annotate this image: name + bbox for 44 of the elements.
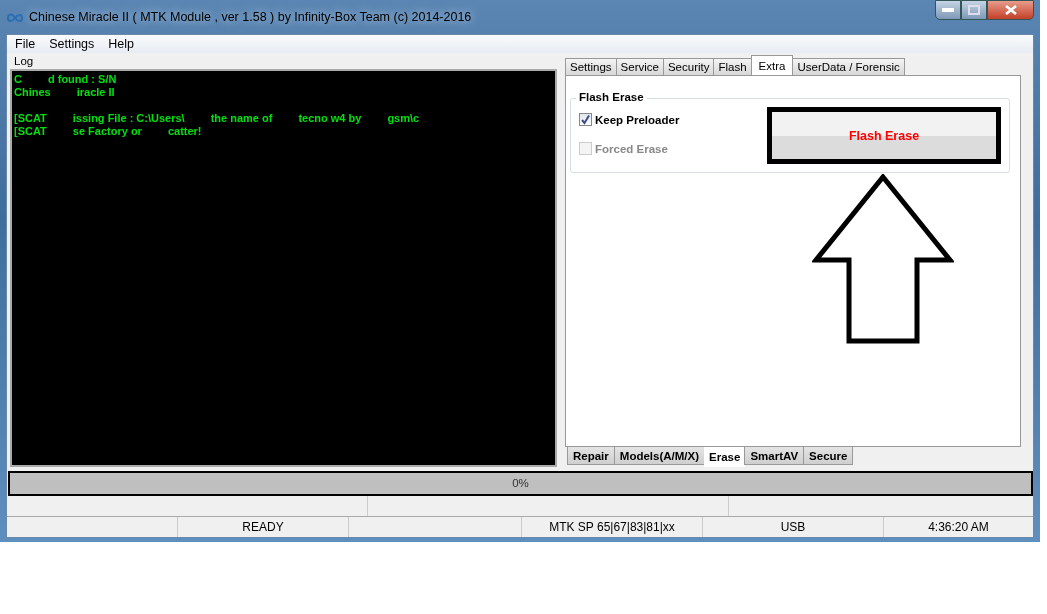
tab[interactable]: Models(A/M/X)	[613, 447, 706, 465]
checkbox-label: Forced Erase	[595, 142, 668, 155]
maximize-icon	[968, 5, 980, 15]
check-icon	[580, 114, 591, 125]
tab[interactable]: Security	[662, 58, 715, 75]
log-text: se Factory or	[72, 125, 142, 138]
checkbox-label: Keep Preloader	[595, 113, 680, 126]
minimize-icon	[942, 8, 954, 12]
log-text: the name of	[210, 112, 273, 125]
close-button[interactable]	[987, 0, 1034, 20]
log-text: iracle II	[76, 86, 115, 99]
tab[interactable]: Service	[615, 58, 664, 75]
tab[interactable]: Erase	[704, 447, 746, 467]
log-text: tecno w4 by	[298, 112, 362, 125]
log-text: issing File : C:\Users\	[72, 112, 185, 125]
checkbox[interactable]	[579, 113, 592, 126]
progress-reading: 0%	[511, 477, 530, 489]
group-title: Flash Erase	[576, 91, 647, 103]
log-text: catter!	[167, 125, 202, 138]
menu-item[interactable]: File	[15, 37, 36, 51]
status-text: 4:36:20 AM	[927, 519, 990, 536]
tab[interactable]: Settings	[565, 58, 617, 75]
maximize-button[interactable]	[961, 0, 987, 20]
status-text: MTK SP 65|67|83|81|xx	[522, 517, 703, 537]
tab[interactable]: Extra	[750, 55, 794, 75]
tab[interactable]: UserData / Forensic	[792, 58, 905, 75]
log-text: C	[14, 73, 22, 86]
tab[interactable]: Flash	[713, 58, 752, 75]
status-text: READY	[178, 517, 349, 537]
minimize-button[interactable]	[935, 0, 961, 20]
log-text: d found : S/N	[47, 73, 117, 86]
log-label: Log	[14, 55, 35, 68]
menu-item[interactable]: Settings	[49, 37, 95, 51]
log-text: [SCAT	[14, 112, 47, 125]
log-text: Chines	[14, 86, 51, 99]
log-text: [SCAT	[14, 125, 47, 138]
log-text: gsm\c	[387, 112, 420, 125]
tab[interactable]: Secure	[803, 447, 854, 465]
status-text: USB	[703, 517, 884, 537]
window-title: Chinese Miracle II ( MTK Module , ver 1.58 ) by Infinity-Box Team (c) 2014-2016	[29, 10, 472, 24]
menu-item[interactable]: Help	[108, 37, 135, 51]
close-icon	[1004, 5, 1017, 15]
tab[interactable]: SmartAV	[744, 447, 805, 465]
tab[interactable]: Repair	[567, 447, 615, 465]
